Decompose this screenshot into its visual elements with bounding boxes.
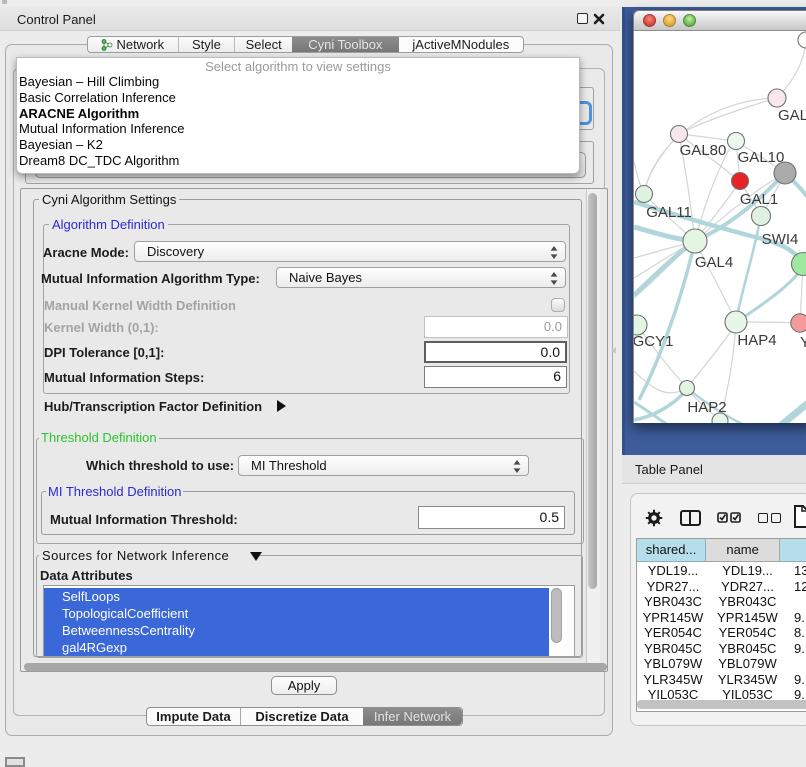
svg-text:HAP4: HAP4 — [737, 332, 776, 349]
svg-text:GAL10: GAL10 — [738, 149, 785, 166]
svg-text:GAL4: GAL4 — [695, 254, 733, 271]
svg-text:GAL11: GAL11 — [646, 204, 692, 221]
svg-text:GAL80: GAL80 — [680, 142, 727, 159]
svg-text:GAL1: GAL1 — [740, 191, 778, 208]
svg-text:SWI4: SWI4 — [762, 231, 799, 248]
svg-text:GCY1: GCY1 — [634, 333, 673, 350]
svg-text:Y: Y — [800, 334, 806, 351]
svg-text:GAL7: GAL7 — [778, 107, 806, 124]
svg-text:HAP2: HAP2 — [687, 399, 726, 416]
